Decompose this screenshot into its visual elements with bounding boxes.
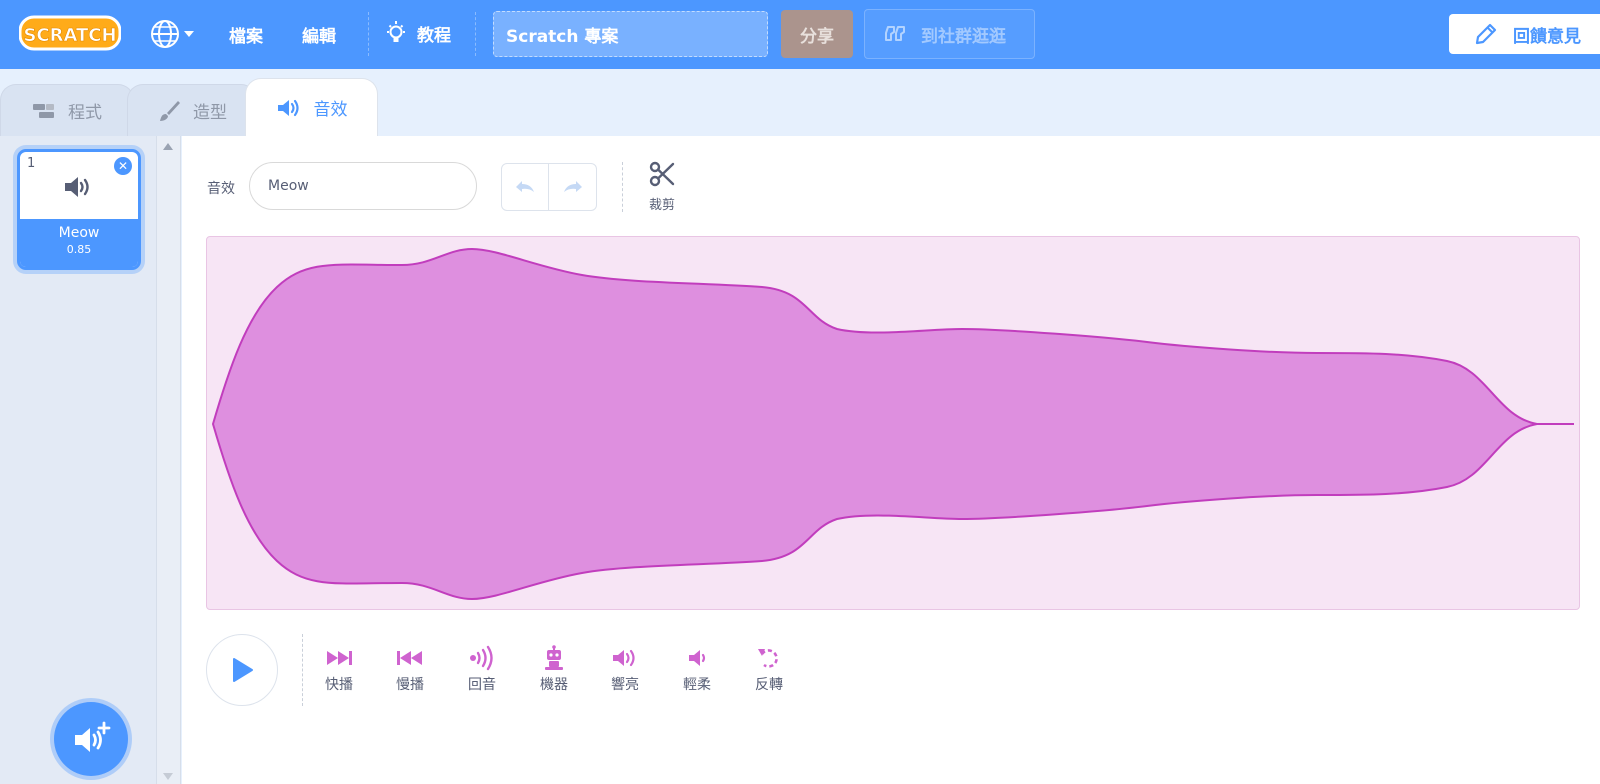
tab-costumes-label: 造型 [193, 103, 227, 123]
effect-faster-label: 快播 [325, 677, 353, 693]
add-sound-icon [75, 721, 111, 752]
sound-item-name: Meow [58, 225, 100, 241]
faster-icon [327, 651, 352, 665]
play-sound-button[interactable] [206, 634, 278, 706]
delete-sound-icon[interactable]: ✕ [114, 157, 132, 175]
scroll-up-arrow-icon[interactable] [163, 143, 173, 150]
sound-name-label: 音效 [207, 181, 235, 197]
scratch-logo[interactable]: SCRATCH [19, 14, 121, 52]
add-sound-button[interactable] [54, 702, 128, 776]
globe-icon [151, 20, 179, 48]
scissors-icon [649, 161, 675, 187]
reverse-icon [758, 649, 778, 668]
sound-item-info: Meow 0.85 [20, 219, 138, 267]
community-label: 到社群逛逛 [921, 26, 1006, 47]
community-icon [885, 26, 905, 41]
effect-softer-label: 輕柔 [683, 677, 711, 693]
scroll-down-arrow-icon[interactable] [163, 773, 173, 780]
effects-divider [302, 634, 303, 706]
effect-reverse-button[interactable]: 反轉 [744, 644, 794, 694]
code-icon [33, 103, 54, 118]
trim-button[interactable]: 裁剪 [644, 160, 680, 213]
undo-icon [516, 181, 534, 192]
echo-icon [470, 645, 493, 671]
brush-icon [160, 100, 180, 121]
speaker-icon [277, 99, 299, 116]
effect-slower-button[interactable]: 慢播 [385, 644, 435, 694]
share-button[interactable]: 分享 [781, 10, 853, 58]
louder-icon [613, 649, 635, 667]
play-icon [233, 658, 253, 682]
file-menu[interactable]: 檔案 [229, 22, 263, 47]
waveform-shape [211, 247, 1574, 601]
trim-label: 裁剪 [648, 198, 675, 213]
sound-item-meow[interactable]: 1 ✕ Meow 0.85 [17, 149, 141, 270]
effect-echo-label: 回音 [468, 677, 496, 693]
redo-button[interactable] [549, 163, 597, 211]
waveform-panel[interactable] [206, 236, 1580, 610]
slower-icon [397, 651, 422, 665]
tab-code-label: 程式 [68, 103, 102, 123]
sound-list-scrollbar[interactable] [157, 136, 181, 784]
sound-item-number: 1 [27, 156, 36, 171]
speaker-icon [65, 177, 89, 197]
sound-name-input[interactable] [249, 162, 477, 210]
caret-down-icon [184, 31, 194, 37]
menu-divider [475, 12, 476, 56]
tutorials-button[interactable]: 教程 [385, 20, 451, 46]
tab-costumes[interactable]: 造型 [127, 84, 257, 136]
effect-reverse-label: 反轉 [755, 677, 783, 693]
tab-code[interactable]: 程式 [0, 84, 134, 136]
tutorials-label: 教程 [417, 25, 451, 46]
effect-faster-button[interactable]: 快播 [314, 644, 364, 694]
effect-echo-button[interactable]: 回音 [457, 644, 507, 694]
menu-bar: SCRATCH 檔案 編輯 教程 分享 [0, 0, 1600, 69]
undo-button[interactable] [501, 163, 549, 211]
tab-sounds[interactable]: 音效 [245, 78, 378, 136]
feedback-label: 回饋意見 [1513, 26, 1581, 47]
see-community-button[interactable]: 到社群逛逛 [864, 9, 1035, 59]
effect-softer-button[interactable]: 輕柔 [672, 644, 722, 694]
pencil-icon [1475, 23, 1497, 45]
lightbulb-icon [387, 21, 405, 42]
redo-icon [563, 181, 582, 192]
effect-louder-button[interactable]: 響亮 [600, 644, 650, 694]
feedback-button[interactable]: 回饋意見 [1449, 14, 1600, 54]
menu-divider [368, 12, 369, 56]
effect-robot-label: 機器 [540, 677, 568, 693]
sound-item-duration: 0.85 [66, 243, 92, 256]
svg-text:SCRATCH: SCRATCH [23, 25, 116, 46]
edit-menu[interactable]: 編輯 [302, 22, 336, 47]
tab-sounds-label: 音效 [313, 100, 348, 120]
effect-slower-label: 慢播 [396, 677, 424, 693]
effect-louder-label: 響亮 [611, 677, 639, 693]
softer-icon [689, 650, 706, 666]
project-title-input[interactable] [493, 11, 768, 57]
language-menu[interactable] [150, 18, 202, 50]
robot-icon [545, 645, 563, 670]
effect-robot-button[interactable]: 機器 [529, 644, 579, 694]
toolbar-divider [622, 162, 623, 212]
